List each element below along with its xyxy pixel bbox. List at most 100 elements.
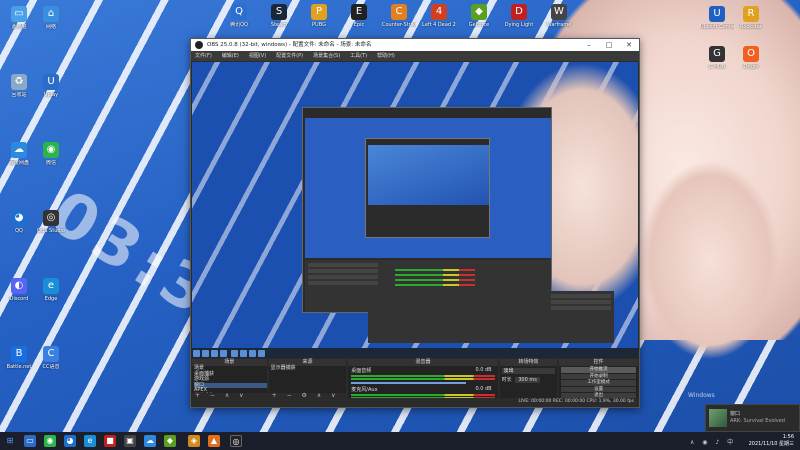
taskbar-app-5[interactable]: ◆ xyxy=(164,435,176,447)
control-button-0[interactable]: 开始推流 xyxy=(561,367,636,373)
desktop-app-icon: R xyxy=(743,6,759,22)
desktop-icon-label: Steam xyxy=(270,22,288,28)
desktop-icon-label: Rockstar xyxy=(740,24,762,30)
volume-meter xyxy=(351,375,495,377)
top-icon-6[interactable]: ◆ GeForce xyxy=(462,4,496,28)
left-icon-7[interactable]: ◎ OBS Studio xyxy=(34,210,68,234)
top-icon-8[interactable]: W Warframe xyxy=(542,4,576,28)
mixer-dock-title: 混音器 xyxy=(348,359,498,366)
transitions-dock-title: 转场特效 xyxy=(499,359,558,366)
taskbar-app-1[interactable]: ▭ xyxy=(24,435,36,447)
control-button-3[interactable]: 设置 xyxy=(561,386,636,392)
left-icon-11[interactable]: C CC语音 xyxy=(34,346,68,370)
transition-duration-input[interactable]: 300 ms xyxy=(515,377,540,383)
taskbar-app-7[interactable]: ▲ xyxy=(208,435,220,447)
controls-buttons: 开始推流 开始录制 工作室模式 设置 退出 xyxy=(559,367,638,399)
control-button-2[interactable]: 工作室模式 xyxy=(561,380,636,386)
top-icon-4[interactable]: C Counter-Strike xyxy=(382,4,416,28)
notification-toast[interactable]: 窗口 ARK: Survival Evolved xyxy=(705,404,800,432)
menu-item-4[interactable]: 场景集合(S) xyxy=(313,51,340,61)
taskbar-wechat-icon[interactable]: ◉ xyxy=(44,435,56,447)
volume-slider[interactable] xyxy=(351,382,466,384)
taskbar-app-6[interactable]: ◈ xyxy=(188,435,200,447)
transition-select[interactable]: 淡出 xyxy=(501,368,556,374)
left-icon-1[interactable]: ⌂ 网络 xyxy=(34,6,68,30)
desktop-app-icon: B xyxy=(11,346,27,362)
notification-thumbnail xyxy=(709,409,727,427)
left-icon-2[interactable]: ♻ 回收站 xyxy=(2,74,36,98)
start-windows-icon[interactable]: ⊞ xyxy=(4,435,16,447)
right-icon-2[interactable]: G G HUB xyxy=(700,46,734,70)
source-list: 显示器捕获 xyxy=(269,365,347,372)
obs-preview-canvas[interactable] xyxy=(192,62,638,358)
left-icon-9[interactable]: e Edge xyxy=(34,278,68,302)
left-icon-4[interactable]: ☁ 百度网盘 xyxy=(2,142,36,166)
volume-meter xyxy=(351,378,495,380)
taskbar-obs-icon[interactable]: ◎ xyxy=(230,435,242,447)
obs-titlebar[interactable]: OBS 25.0.8 (32-bit, windows) - 配置文件: 未命名… xyxy=(191,39,639,51)
left-icon-6[interactable]: ◕ QQ xyxy=(2,210,36,234)
top-icon-3[interactable]: E Epic xyxy=(342,4,376,28)
desktop-app-icon: G xyxy=(709,46,725,62)
desktop-app-icon: ☁ xyxy=(11,142,27,158)
taskbar-app-3[interactable]: ▣ xyxy=(124,435,136,447)
right-icon-3[interactable]: O Origin xyxy=(734,46,768,70)
desktop-app-icon: E xyxy=(351,4,367,20)
menu-item-5[interactable]: 工具(T) xyxy=(350,51,367,61)
obs-window[interactable]: OBS 25.0.8 (32-bit, windows) - 配置文件: 未命名… xyxy=(190,38,640,408)
desktop-app-icon: Q xyxy=(231,4,247,20)
desktop-icon-label: 回收站 xyxy=(11,92,27,98)
minimize-icon[interactable]: – xyxy=(579,39,599,51)
mixer-channel-name: 麦克风/Aux xyxy=(351,387,378,393)
taskbar-app-4[interactable]: ☁ xyxy=(144,435,156,447)
desktop-app-icon: U xyxy=(43,74,59,90)
top-icon-0[interactable]: Q 腾讯QQ xyxy=(222,4,256,28)
top-icon-5[interactable]: 4 Left 4 Dead 2 xyxy=(422,4,456,28)
desktop-app-icon: D xyxy=(511,4,527,20)
notification-title: 窗口 xyxy=(730,411,741,417)
menu-item-0[interactable]: 文件(F) xyxy=(195,51,212,61)
mixer-dock: 混音器 桌面音频 0.0 dB 麦克风/Aux 0.0 dB xyxy=(348,359,498,403)
top-icon-2[interactable]: P PUBG xyxy=(302,4,336,28)
left-icon-0[interactable]: ▭ 此电脑 xyxy=(2,6,36,30)
desktop-icon-label: Epic xyxy=(353,22,365,28)
left-icon-8[interactable]: ◐ Discord xyxy=(2,278,36,302)
close-icon[interactable]: ✕ xyxy=(619,39,639,51)
top-icon-1[interactable]: S Steam xyxy=(262,4,296,28)
desktop-icon-label: Warframe xyxy=(546,22,572,28)
top-icon-7[interactable]: D Dying Light xyxy=(502,4,536,28)
nested-obs-window-inner xyxy=(365,138,614,343)
source-item[interactable]: 显示器捕获 xyxy=(271,365,347,372)
control-button-1[interactable]: 开始录制 xyxy=(561,373,636,379)
taskbar-qq-icon[interactable]: ◕ xyxy=(64,435,76,447)
controls-dock-title: 控件 xyxy=(559,359,638,366)
maximize-icon[interactable]: □ xyxy=(599,39,619,51)
menu-item-3[interactable]: 配置文件(P) xyxy=(276,51,303,61)
mixer-channel: 桌面音频 0.0 dB xyxy=(348,366,497,385)
desktop-app-icon: P xyxy=(311,4,327,20)
system-tray[interactable]: ∧ ◉ ♪ 中 xyxy=(690,437,736,446)
taskbar: ⊞ ▭ ◉ ◕ e ■ ▣ ☁ ◆ ◈ ▲ ◎ ∧ ◉ ♪ 中 1:56 202… xyxy=(0,432,800,450)
preview-taskbar xyxy=(192,348,638,358)
right-icon-0[interactable]: U Ubisoft Connect xyxy=(700,6,734,30)
taskbar-app-2[interactable]: ■ xyxy=(104,435,116,447)
left-icon-3[interactable]: U Uplay xyxy=(34,74,68,98)
menu-item-1[interactable]: 编辑(E) xyxy=(222,51,239,61)
taskbar-clock[interactable]: 1:56 2021/11/10 星期三 xyxy=(749,434,794,447)
desktop-app-icon: ▭ xyxy=(11,6,27,22)
nested-docks xyxy=(305,260,551,312)
left-icon-5[interactable]: ◉ 微信 xyxy=(34,142,68,166)
desktop-app-icon: C xyxy=(391,4,407,20)
desktop-icon-label: Counter-Strike xyxy=(382,22,416,28)
wallpaper-figure-legs xyxy=(640,160,780,360)
mixer-channel-name: 桌面音频 xyxy=(351,368,372,374)
taskbar-edge-icon[interactable]: e xyxy=(84,435,96,447)
menu-item-2[interactable]: 视图(V) xyxy=(249,51,266,61)
desktop-app-icon: e xyxy=(43,278,59,294)
menu-item-6[interactable]: 帮助(H) xyxy=(377,51,395,61)
desktop-app-icon: ◕ xyxy=(11,210,27,226)
clock-date: 2021/11/10 星期三 xyxy=(748,440,794,447)
right-icon-1[interactable]: R Rockstar xyxy=(734,6,768,30)
left-icon-10[interactable]: B Battle.net xyxy=(2,346,36,370)
desktop-app-icon: ◆ xyxy=(471,4,487,20)
